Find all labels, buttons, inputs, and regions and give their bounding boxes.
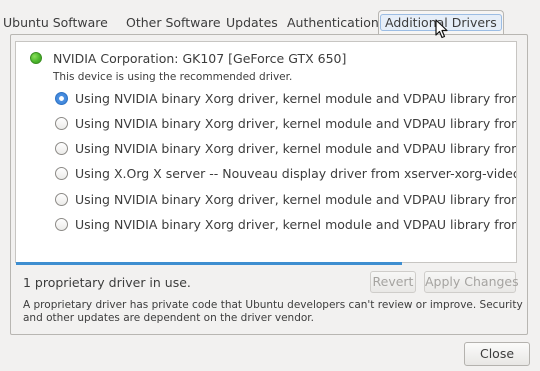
driver-option-label: Using NVIDIA binary Xorg driver, kernel … bbox=[75, 217, 516, 232]
tab-label: Authentication bbox=[287, 15, 379, 30]
status-ok-icon bbox=[30, 52, 42, 64]
driver-option-label: Using NVIDIA binary Xorg driver, kernel … bbox=[75, 116, 516, 131]
radio-icon[interactable] bbox=[55, 193, 68, 206]
driver-option-label: Using X.Org X server -- Nouveau display … bbox=[75, 166, 516, 181]
tab-ubuntu-software[interactable]: Ubuntu Software bbox=[3, 13, 108, 33]
device-note: This device is using the recommended dri… bbox=[53, 71, 293, 83]
revert-button[interactable]: Revert bbox=[370, 271, 416, 293]
driver-option-label: Using NVIDIA binary Xorg driver, kernel … bbox=[75, 141, 516, 156]
radio-selected-icon[interactable] bbox=[55, 92, 68, 105]
device-driver-list: NVIDIA Corporation: GK107 [GeForce GTX 6… bbox=[15, 41, 517, 263]
radio-icon[interactable] bbox=[55, 167, 68, 180]
device-name: NVIDIA Corporation: GK107 [GeForce GTX 6… bbox=[53, 51, 347, 66]
mouse-cursor-icon bbox=[435, 19, 448, 39]
progress-bar bbox=[16, 262, 402, 265]
tab-updates[interactable]: Updates bbox=[226, 13, 278, 33]
tab-other-software[interactable]: Other Software bbox=[126, 13, 221, 33]
close-button[interactable]: Close bbox=[464, 342, 530, 366]
tab-label: Other Software bbox=[126, 15, 221, 30]
radio-icon[interactable] bbox=[55, 117, 68, 130]
footnote: A proprietary driver has private code th… bbox=[23, 299, 523, 324]
tab-label: Ubuntu Software bbox=[3, 15, 108, 30]
tab-authentication[interactable]: Authentication bbox=[287, 13, 379, 33]
driver-option-label: Using NVIDIA binary Xorg driver, kernel … bbox=[75, 91, 516, 106]
status-text: 1 proprietary driver in use. bbox=[23, 275, 191, 290]
radio-icon[interactable] bbox=[55, 218, 68, 231]
tab-label: Updates bbox=[226, 15, 278, 30]
driver-option-label: Using NVIDIA binary Xorg driver, kernel … bbox=[75, 192, 516, 207]
apply-changes-button[interactable]: Apply Changes bbox=[424, 271, 519, 293]
radio-icon[interactable] bbox=[55, 142, 68, 155]
